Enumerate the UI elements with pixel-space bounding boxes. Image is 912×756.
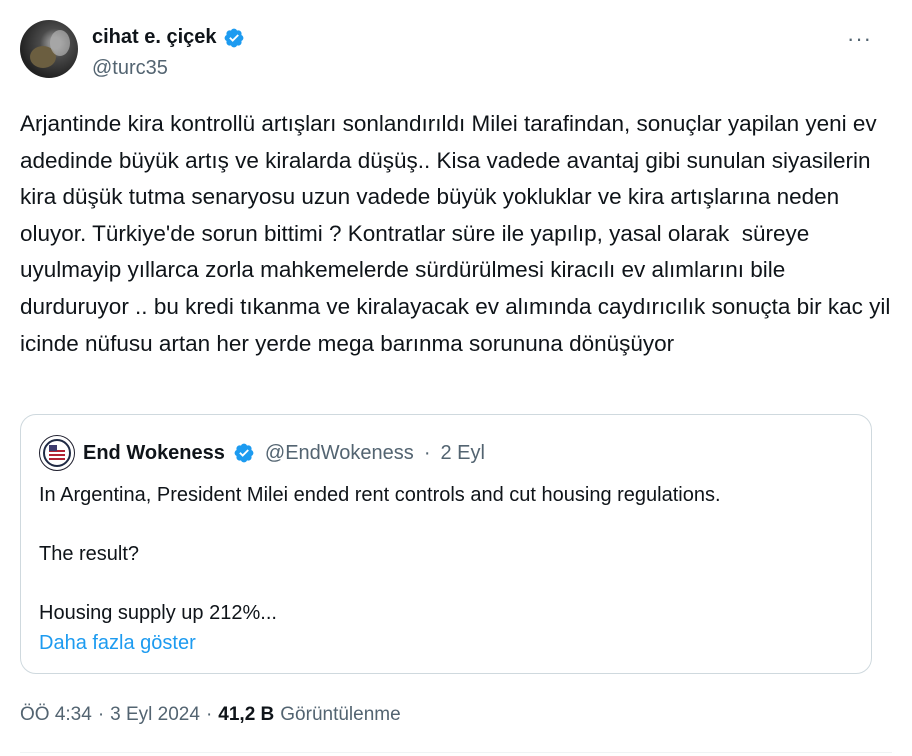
- meta-separator: ·: [423, 441, 431, 464]
- quoted-tweet-header: End Wokeness @EndWokeness · 2 Eyl: [39, 435, 485, 471]
- quoted-text-line: In Argentina, President Milei ended rent…: [39, 484, 721, 506]
- author-name[interactable]: cihat e. çiçek: [92, 26, 217, 49]
- quoted-author-name[interactable]: End Wokeness: [83, 442, 225, 465]
- avatar-shape: [50, 30, 70, 56]
- quoted-text-line: The result?: [39, 543, 140, 565]
- author-block: cihat e. çiçek @turc35: [92, 26, 245, 80]
- flag-field: [49, 445, 57, 451]
- footer-separator: ·: [205, 704, 213, 725]
- quoted-tweet-body: In Argentina, President Milei ended rent…: [39, 481, 849, 658]
- flag-stripes: [49, 450, 65, 462]
- author-name-row: cihat e. çiçek: [92, 26, 245, 49]
- views-label: Görüntülenme: [280, 704, 401, 725]
- more-options-icon[interactable]: ···: [847, 28, 872, 50]
- views-count: 41,2 B: [218, 704, 275, 725]
- verified-badge-icon: [233, 442, 255, 464]
- tweet-footer: ÖÖ 4:34 · 3 Eyl 2024 · 41,2 B Görüntülen…: [20, 704, 401, 726]
- quoted-tweet-date[interactable]: 2 Eyl: [440, 442, 484, 465]
- quoted-text-line: Housing supply up 212%...: [39, 602, 277, 624]
- footer-separator: ·: [97, 704, 105, 725]
- author-avatar[interactable]: [20, 20, 78, 78]
- author-handle[interactable]: @turc35: [92, 57, 245, 80]
- quoted-author-avatar[interactable]: [39, 435, 75, 471]
- show-more-link[interactable]: Daha fazla göster: [39, 629, 196, 659]
- quoted-author-handle[interactable]: @EndWokeness: [265, 442, 414, 465]
- divider: [20, 752, 892, 753]
- tweet-text: Arjantinde kira kontrollü artışları sonl…: [20, 111, 897, 356]
- quoted-tweet[interactable]: End Wokeness @EndWokeness · 2 Eyl In Arg…: [20, 414, 872, 674]
- tweet-date[interactable]: 3 Eyl 2024: [110, 704, 200, 726]
- verified-badge-icon[interactable]: [223, 27, 245, 49]
- tweet-time[interactable]: ÖÖ 4:34: [20, 704, 92, 726]
